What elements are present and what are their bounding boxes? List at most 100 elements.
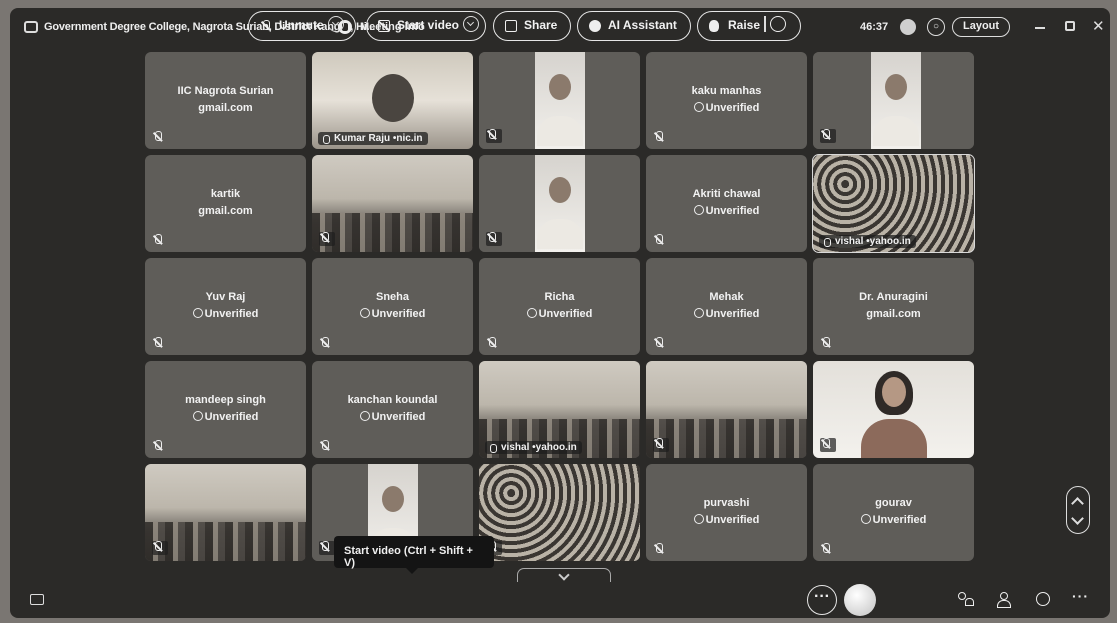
participant-tile[interactable] — [646, 361, 807, 458]
tray-toggle-handle[interactable] — [517, 568, 611, 582]
mic-muted-icon — [653, 438, 669, 452]
captions-icon[interactable] — [30, 594, 44, 605]
participant-subtext: gmail.com — [866, 308, 921, 320]
participant-name: kaku manhas — [691, 85, 762, 97]
unverified-status: Unverified — [145, 308, 306, 320]
participant-tile[interactable]: purvashi Unverified — [646, 464, 807, 561]
layout-button[interactable]: Layout — [952, 17, 1011, 37]
unverified-status: Unverified — [479, 308, 640, 320]
participant-name: Sneha — [375, 291, 409, 303]
maximize-icon[interactable] — [1065, 21, 1075, 31]
mic-muted-icon — [260, 20, 272, 32]
minimize-icon[interactable] — [1035, 27, 1045, 29]
participant-video — [145, 464, 306, 561]
chat-icon[interactable] — [1036, 592, 1050, 606]
more-options-button[interactable]: ··· — [807, 585, 837, 615]
reactions-icon[interactable] — [769, 16, 786, 32]
raise-hand-button[interactable]: Raise — [697, 11, 801, 41]
participant-tile[interactable]: Sneha Unverified — [312, 258, 473, 355]
participant-tile[interactable] — [479, 155, 640, 252]
ai-assistant-icon — [589, 20, 601, 32]
participant-tile[interactable] — [479, 464, 640, 561]
participant-video — [813, 52, 974, 149]
participant-subtext: gmail.com — [198, 102, 253, 114]
participant-tile[interactable]: Yuv Raj Unverified — [145, 258, 306, 355]
raise-label: Raise — [728, 18, 761, 32]
unverified-status: Unverified — [813, 514, 974, 526]
unmute-label: Unmute — [279, 18, 324, 32]
participant-tile[interactable]: kanchan koundal Unverified — [312, 361, 473, 458]
participant-subtext: Unverified — [705, 308, 760, 320]
close-icon[interactable]: ✕ — [1092, 17, 1105, 35]
grid-scroll-control[interactable] — [1066, 486, 1090, 534]
mic-muted-icon — [486, 337, 498, 349]
participant-tile[interactable] — [813, 361, 974, 458]
participant-name: Mehak — [709, 291, 744, 303]
ai-assistant-button[interactable]: AI Assistant — [577, 11, 691, 41]
participant-subtext: gmail.com — [198, 205, 253, 217]
participant-tile[interactable]: Richa Unverified — [479, 258, 640, 355]
participant-name: mandeep singh — [185, 394, 266, 406]
participant-tile[interactable] — [813, 52, 974, 149]
participant-name: purvashi — [703, 497, 750, 509]
camera-off-icon — [378, 20, 390, 32]
participant-video — [479, 52, 640, 149]
mic-muted-icon — [152, 541, 168, 555]
info-icon — [693, 308, 704, 318]
participant-subtext: Unverified — [371, 308, 426, 320]
connection-status-icon[interactable] — [900, 19, 916, 35]
participant-tile[interactable] — [479, 52, 640, 149]
unverified-status: Unverified — [145, 411, 306, 423]
participant-tile[interactable]: vishal •yahoo.in — [479, 361, 640, 458]
participant-tile[interactable]: Akriti chawal Unverified — [646, 155, 807, 252]
participant-tile[interactable]: kartik gmail.com — [145, 155, 306, 252]
participant-tile[interactable]: vishal •yahoo.in — [812, 154, 975, 253]
overflow-menu-icon[interactable]: ··· — [1072, 588, 1089, 604]
chevron-down-icon[interactable] — [463, 16, 480, 32]
participant-domain: gmail.com — [145, 102, 306, 114]
participant-video — [646, 361, 807, 458]
unmute-button[interactable]: Unmute — [248, 11, 356, 41]
participant-subtext: Unverified — [705, 205, 760, 217]
participant-video — [479, 155, 640, 252]
chevron-up-icon[interactable] — [1071, 497, 1084, 510]
share-button[interactable]: Share — [493, 11, 571, 41]
participant-tile[interactable]: kaku manhas Unverified — [646, 52, 807, 149]
participant-tile[interactable] — [145, 464, 306, 561]
mic-muted-icon — [319, 232, 335, 246]
chevron-down-icon[interactable] — [1071, 512, 1084, 525]
participant-subtext: Unverified — [538, 308, 593, 320]
participant-grid: IIC Nagrota Surian gmail.com Kumar Raju •n… — [145, 52, 985, 561]
participant-video-label: vishal •yahoo.in — [819, 235, 916, 248]
search-icon[interactable]: ○ — [927, 18, 945, 36]
info-icon — [359, 411, 370, 421]
participant-tile[interactable]: mandeep singh Unverified — [145, 361, 306, 458]
mic-muted-icon — [653, 543, 665, 555]
participant-tile[interactable] — [312, 155, 473, 252]
info-icon — [192, 411, 203, 421]
participant-tile[interactable]: IIC Nagrota Surian gmail.com — [145, 52, 306, 149]
start-video-button[interactable]: Start video — [366, 11, 486, 41]
participant-tile[interactable]: gourav Unverified — [813, 464, 974, 561]
mic-muted-icon — [653, 131, 665, 143]
start-video-tooltip: Start video (Ctrl + Shift + V) — [334, 536, 494, 574]
mic-muted-icon — [820, 543, 832, 555]
chevron-down-icon[interactable] — [327, 16, 344, 32]
participant-tile[interactable]: Kumar Raju •nic.in — [312, 52, 473, 149]
mic-muted-icon — [820, 438, 836, 452]
divider — [764, 16, 766, 32]
mic-muted-icon — [152, 440, 164, 452]
participant-subtext: Unverified — [872, 514, 927, 526]
person-icon[interactable] — [997, 592, 1011, 608]
mic-muted-icon — [152, 337, 164, 349]
participant-tile[interactable]: Mehak Unverified — [646, 258, 807, 355]
participant-name: gourav — [875, 497, 912, 509]
participant-tile[interactable]: Dr. Anuragini gmail.com — [813, 258, 974, 355]
participant-video-label: Kumar Raju •nic.in — [318, 132, 428, 145]
share-screen-icon — [505, 20, 517, 32]
participants-icon[interactable] — [958, 592, 974, 606]
unverified-status: Unverified — [312, 411, 473, 423]
hand-icon — [709, 20, 719, 32]
participant-name: IIC Nagrota Surian — [177, 85, 274, 97]
self-avatar[interactable] — [844, 584, 876, 616]
